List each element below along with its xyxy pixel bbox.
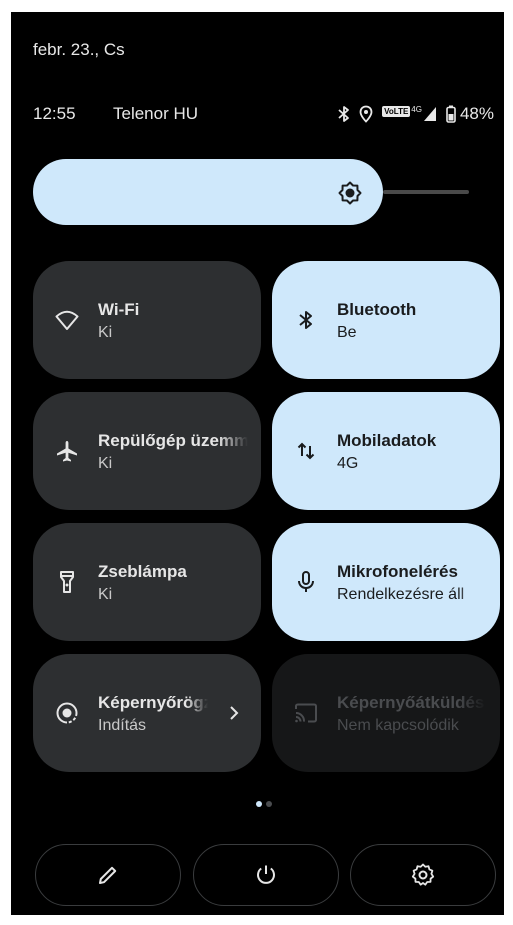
tile-title: Zseblámpa <box>98 562 187 581</box>
tile-subtitle: Indítás <box>98 717 147 734</box>
tile-subtitle: Be <box>337 324 357 341</box>
quick-settings-panel: febr. 23., Cs 12:55 Telenor HU VoLTE 4G <box>11 12 504 915</box>
tile-screen-record[interactable]: Képernyőrögzítés Indítás <box>33 654 261 772</box>
tile-flashlight[interactable]: Zseblámpa Ki <box>33 523 261 641</box>
brightness-icon <box>338 181 362 210</box>
network-type: 4G <box>411 105 422 114</box>
tile-subtitle: Ki <box>98 324 113 341</box>
battery-percentage: 48% <box>459 104 494 123</box>
tile-title: Repülőgép üzemmód <box>98 431 248 450</box>
airplane-icon <box>55 439 79 463</box>
bluetooth-icon <box>338 105 350 123</box>
tile-subtitle: Ki <box>98 586 113 603</box>
tile-microphone-access[interactable]: Mikrofonelérés Rendelkezésre áll <box>272 523 500 641</box>
tile-title: Mikrofonelérés <box>337 562 458 581</box>
bluetooth-icon <box>294 308 318 332</box>
tile-title: Wi-Fi <box>98 300 140 319</box>
tile-title: Képernyőrögzítés <box>98 693 208 712</box>
flashlight-icon <box>55 570 79 594</box>
tile-subtitle: Ki <box>98 455 113 472</box>
wifi-icon <box>55 308 79 332</box>
volte-icon: VoLTE <box>382 106 411 117</box>
edit-button[interactable] <box>35 844 181 906</box>
status-bar: 12:55 Telenor HU VoLTE 4G 48% <box>33 104 494 130</box>
carrier-name: Telenor HU <box>113 104 199 123</box>
tile-airplane-mode[interactable]: Repülőgép üzemmód Ki <box>33 392 261 510</box>
clock: 12:55 <box>33 104 76 123</box>
tile-title: Mobiladatok <box>337 431 437 450</box>
screen-record-icon <box>55 701 79 725</box>
signal-icon <box>423 106 437 122</box>
cast-icon <box>294 701 318 725</box>
tile-screen-cast[interactable]: Képernyőátküldés Nem kapcsolódik <box>272 654 500 772</box>
battery-icon <box>446 105 456 123</box>
page-dot <box>266 801 272 807</box>
settings-button[interactable] <box>350 844 496 906</box>
tile-subtitle: Nem kapcsolódik <box>337 717 459 734</box>
tile-title: Bluetooth <box>337 300 417 319</box>
date-label: febr. 23., Cs <box>33 40 125 59</box>
chevron-right-icon <box>227 701 241 730</box>
tile-subtitle: Rendelkezésre áll <box>337 586 465 603</box>
tile-bluetooth[interactable]: Bluetooth Be <box>272 261 500 379</box>
location-icon <box>359 105 373 123</box>
page-indicator <box>256 801 272 807</box>
brightness-track[interactable] <box>383 190 469 194</box>
power-button[interactable] <box>193 844 339 906</box>
tile-mobile-data[interactable]: Mobiladatok 4G <box>272 392 500 510</box>
page-dot-active <box>256 801 262 807</box>
tile-title: Képernyőátküldés <box>337 693 485 712</box>
mobile-data-icon <box>294 439 318 463</box>
tile-subtitle: 4G <box>337 455 359 472</box>
microphone-icon <box>294 570 318 594</box>
tile-wifi[interactable]: Wi-Fi Ki <box>33 261 261 379</box>
brightness-slider[interactable] <box>33 159 383 225</box>
status-icons: VoLTE 4G 48% <box>338 104 494 124</box>
